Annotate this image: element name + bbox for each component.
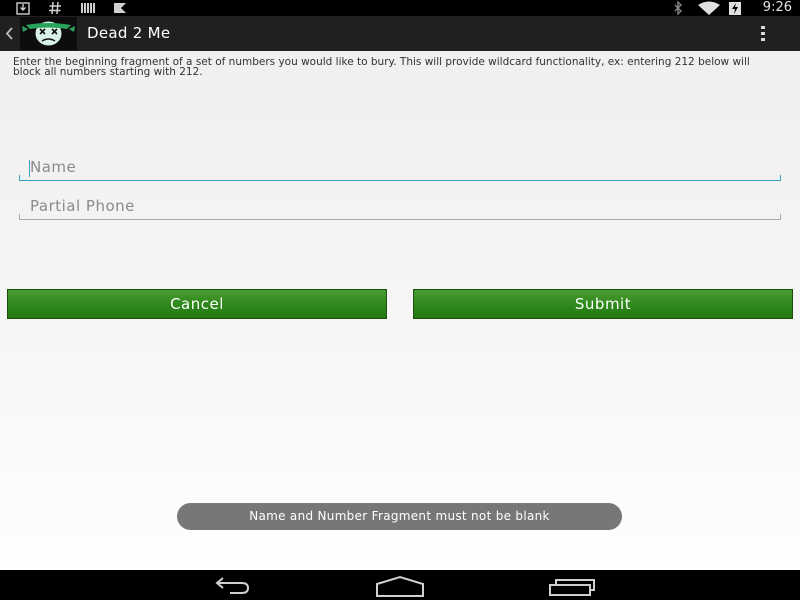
hash-icon — [49, 1, 61, 15]
back-icon — [215, 577, 250, 594]
home-icon — [376, 575, 424, 597]
bluetooth-icon — [674, 1, 682, 15]
status-time: 9:26 — [762, 0, 792, 15]
name-field[interactable] — [19, 155, 781, 181]
barcode-icon — [81, 3, 95, 13]
download-icon — [16, 2, 30, 15]
action-bar: Dead 2 Me — [0, 16, 800, 51]
cancel-button[interactable]: Cancel — [7, 289, 387, 319]
recent-apps-icon — [549, 579, 595, 596]
battery-charging-icon — [729, 2, 741, 15]
wifi-icon — [698, 1, 720, 15]
back-button[interactable] — [204, 575, 256, 597]
overflow-dot — [761, 38, 765, 41]
toast-message: Name and Number Fragment must not be bla… — [177, 503, 622, 530]
submit-button[interactable]: Submit — [413, 289, 793, 319]
home-button[interactable] — [374, 575, 426, 597]
screen: 9:26 Dead 2 Me Enter the beginning fragm… — [0, 0, 800, 600]
flag-icon — [114, 3, 126, 13]
partial-phone-input[interactable] — [19, 194, 781, 218]
overflow-menu-button[interactable] — [756, 24, 770, 44]
overflow-menu-icon — [761, 26, 765, 29]
navigation-bar — [0, 570, 800, 600]
dead-face-icon — [20, 17, 77, 50]
up-button[interactable] — [0, 16, 80, 51]
instruction-text: Enter the beginning fragment of a set of… — [13, 57, 750, 78]
partial-phone-field[interactable] — [19, 194, 781, 220]
recent-apps-button[interactable] — [546, 575, 598, 597]
overflow-dot — [761, 32, 765, 35]
text-cursor — [29, 160, 30, 177]
name-input[interactable] — [19, 155, 781, 179]
status-bar: 9:26 — [0, 0, 800, 16]
chevron-left-icon — [5, 27, 13, 40]
app-title: Dead 2 Me — [87, 24, 171, 42]
